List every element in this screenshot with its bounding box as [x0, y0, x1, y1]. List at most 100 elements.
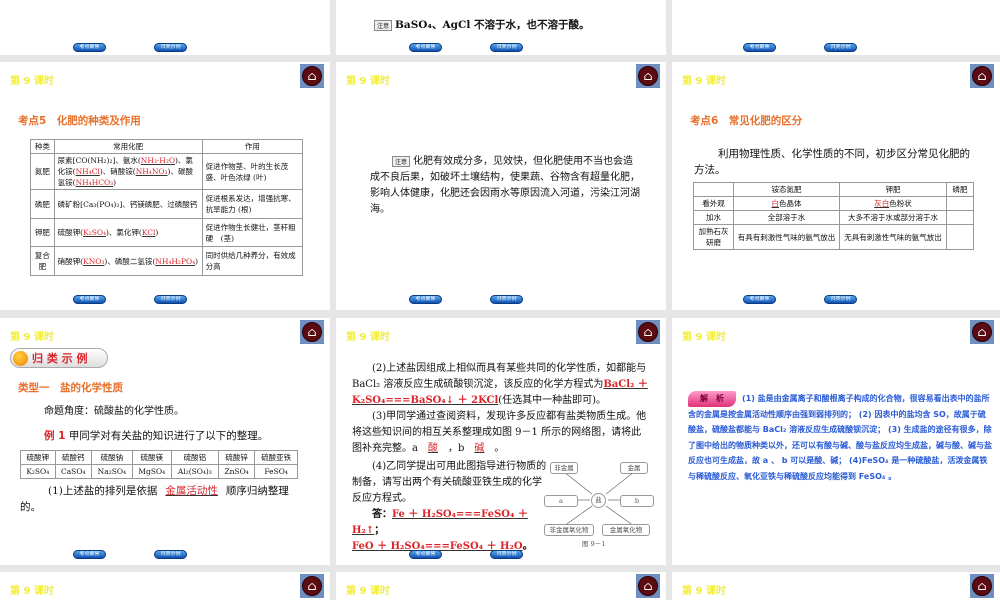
nav-button-guilei[interactable]: 归类示例	[154, 295, 187, 304]
slide-fertilizer-types[interactable]: 第 9 课时 ⌂ 考点5 化肥的种类及作用 种类 常用化肥 作用 氮肥 尿素[CO(N…	[0, 62, 330, 310]
cell-text: 色晶体	[779, 199, 802, 208]
slide-thumbnail[interactable]: 考点聚焦 归类示例	[0, 0, 330, 55]
nav-button-guilei[interactable]: 归类示例	[824, 43, 857, 52]
table-row: 加熟石灰研磨 有具有刺激性气味的氨气放出 无具有刺激性气味的氨气放出	[693, 224, 974, 250]
cell: 加水	[693, 210, 734, 225]
nav-button-guilei[interactable]: 归类示例	[490, 295, 523, 304]
answer: NH₄NO₃	[135, 167, 168, 176]
analysis-content: (1) 盐是由金属离子和酸根离子构成的化合物，很容易看出表中的盐所含的金属是按金…	[688, 394, 992, 481]
answer-label: 答：	[372, 509, 392, 520]
nav-button-kaodian[interactable]: 考点聚焦	[409, 550, 442, 559]
example-content: 甲同学对有关盐的知识进行了以下的整理。	[68, 430, 269, 442]
home-button[interactable]: ⌂	[300, 64, 324, 88]
home-icon: ⌂	[302, 576, 322, 596]
cell: 硫酸锌	[218, 450, 256, 465]
slide-example-1[interactable]: 第 9 课时 ⌂ 归 类 示 例 类型一 盐的化学性质 命题角度：硫酸盐的化学性…	[0, 318, 330, 565]
home-icon: ⌂	[638, 66, 658, 86]
nav-button-guilei[interactable]: 归类示例	[154, 43, 187, 52]
nav-button-guilei[interactable]: 归类示例	[154, 550, 187, 559]
note-icon: 注意	[374, 19, 393, 31]
note-icon: 注意	[392, 156, 411, 167]
nav-button-kaodian[interactable]: 考点聚焦	[743, 295, 776, 304]
answer-4: 答：Fe ＋ H₂SO₄===FeSO₄ ＋ H₂↑； FeO ＋ H₂SO₄==…	[352, 509, 533, 552]
home-button[interactable]: ⌂	[300, 320, 324, 344]
cell: 硫酸钾	[20, 450, 56, 465]
cell: 同时供给几种养分，有效成分高	[201, 246, 304, 276]
slide-fertilizer-distinguish[interactable]: 第 9 课时 ⌂ 考点6 常见化肥的区分 利用物理性质、化学性质的不同，初步区分…	[672, 62, 1000, 310]
home-icon: ⌂	[302, 66, 322, 86]
section-banner: 归 类 示 例	[10, 348, 108, 368]
fertilizer-table: 种类 常用化肥 作用 氮肥 尿素[CO(NH₂)₂]、氨水(NH₃·H₂O)、氯化铵(…	[30, 139, 304, 276]
question-4: (4)乙同学提出可用此图指导进行物质的制备，请写出两个有关硫酸亚铁生成的化学反应…	[352, 461, 547, 504]
table-row: K₂SO₄ CaSO₄ Na₂SO₄ MgSO₄ Al₂(SO₄)₃ ZnSO₄ FeSO₄	[20, 464, 298, 479]
cell: 磷矿粉[Ca₃(PO₄)₂]、钙镁磷肥、过磷酸钙	[53, 189, 203, 219]
cell	[946, 224, 974, 250]
slide-thumbnail[interactable]: 第 9 课时 ⌂	[0, 572, 330, 600]
cell-text: 尿素[CO(NH₂)₂]、氨水(	[57, 156, 141, 165]
question-text: ，b	[447, 443, 465, 454]
slide-thumbnail[interactable]: 考点聚焦 归类示例	[672, 0, 1000, 55]
table-row: 氮肥 尿素[CO(NH₂)₂]、氨水(NH₃·H₂O)、氯化铵(NH₄Cl)、硝酸…	[30, 153, 304, 190]
slide-analysis[interactable]: 第 9 课时 ⌂ 解 析 (1) 盐是由金属离子和酸根离子构成的化合物，很容易看出…	[672, 318, 1000, 565]
slide-thumbnail[interactable]: 第 9 课时 ⌂	[672, 572, 1000, 600]
lesson-label: 第 9 课时	[682, 586, 726, 597]
nav-button-guilei[interactable]: 归类示例	[824, 295, 857, 304]
cell: 磷肥	[30, 189, 55, 219]
cell-text: )	[155, 228, 159, 237]
answer: NH₄H₂PO₄	[155, 256, 196, 266]
home-button[interactable]: ⌂	[970, 574, 994, 598]
question-1: (1)上述盐的排列是依据 金属活动性 顺序归纳整理的。	[20, 483, 302, 515]
cell: 钾肥	[30, 218, 55, 247]
nav-button-guilei[interactable]: 归类示例	[490, 550, 523, 559]
cell: 硫酸钾(K₂SO₄)、氯化钾(KCl)	[53, 218, 203, 247]
cell: Na₂SO₄	[90, 464, 133, 479]
answer: 灰白	[874, 199, 890, 208]
cell: K₂SO₄	[20, 464, 56, 479]
cell: 尿素[CO(NH₂)₂]、氨水(NH₃·H₂O)、氯化铵(NH₄Cl)、硝酸铵(…	[53, 153, 203, 190]
col-header: 磷肥	[946, 182, 974, 197]
col-header	[693, 182, 734, 197]
home-button[interactable]: ⌂	[300, 574, 324, 598]
cell: 硫酸钙	[54, 450, 92, 465]
type-title: 类型一 盐的化学性质	[18, 382, 123, 394]
home-button[interactable]: ⌂	[636, 574, 660, 598]
cell: CaSO₄	[54, 464, 92, 479]
lesson-label: 第 9 课时	[10, 332, 54, 343]
slide-example-1-cont[interactable]: 第 9 课时 ⌂ (2)上述盐因组成上相似而具有某些共同的化学性质，如都能与 B…	[336, 318, 666, 565]
cell: 硫酸镁	[131, 450, 172, 465]
answer: KCl	[141, 228, 156, 237]
home-icon: ⌂	[638, 576, 658, 596]
cell: 灰白色粉状	[839, 196, 947, 211]
cell-text: 色粉状	[889, 199, 912, 208]
home-button[interactable]: ⌂	[636, 64, 660, 88]
cell: 有具有刺激性气味的氨气放出	[733, 224, 840, 250]
table-row: 磷肥 磷矿粉[Ca₃(PO₄)₂]、钙镁磷肥、过磷酸钙 促进根系发达，增强抗寒、抗旱…	[30, 189, 304, 219]
lesson-label: 第 9 课时	[346, 586, 390, 597]
nav-button-kaodian[interactable]: 考点聚焦	[409, 295, 442, 304]
home-button[interactable]: ⌂	[970, 64, 994, 88]
section-title: 考点6 常见化肥的区分	[690, 115, 803, 127]
question-text: (任选其中一种盐即可)。	[498, 395, 607, 406]
table-row: 看外观 白色晶体 灰白色粉状	[693, 196, 974, 211]
cell: ZnSO₄	[218, 464, 256, 479]
cell	[946, 196, 974, 211]
nav-button-kaodian[interactable]: 考点聚焦	[73, 295, 106, 304]
section-title: 考点5 化肥的种类及作用	[18, 115, 141, 127]
cell: 加熟石灰研磨	[693, 224, 734, 250]
banner-text: 归 类 示 例	[32, 352, 88, 365]
nav-button-kaodian[interactable]: 考点聚焦	[743, 43, 776, 52]
nav-button-kaodian[interactable]: 考点聚焦	[73, 550, 106, 559]
nav-button-guilei[interactable]: 归类示例	[490, 43, 523, 52]
nav-button-kaodian[interactable]: 考点聚焦	[73, 43, 106, 52]
diagram-node: 金属氧化物	[602, 524, 650, 536]
cell: MgSO₄	[131, 464, 172, 479]
lesson-label: 第 9 课时	[682, 76, 726, 87]
slide-fertilizer-note[interactable]: 第 9 课时 ⌂ 注意 化肥有效成分多，见效快，但化肥使用不当也会造成不良后果，如…	[336, 62, 666, 310]
slide-thumbnail[interactable]: 第 9 课时 ⌂	[336, 572, 666, 600]
note-content: 化肥有效成分多，见效快，但化肥使用不当也会造成不良后果，如破坏土壤结构，使果蔬、…	[370, 156, 640, 215]
cell: Al₂(SO₄)₃	[170, 464, 220, 479]
home-button[interactable]: ⌂	[970, 320, 994, 344]
home-button[interactable]: ⌂	[636, 320, 660, 344]
nav-button-kaodian[interactable]: 考点聚焦	[409, 43, 442, 52]
slide-thumbnail[interactable]: 注意 BaSO₄、AgCl 不溶于水，也不溶于酸。 考点聚焦 归类示例	[336, 0, 666, 55]
